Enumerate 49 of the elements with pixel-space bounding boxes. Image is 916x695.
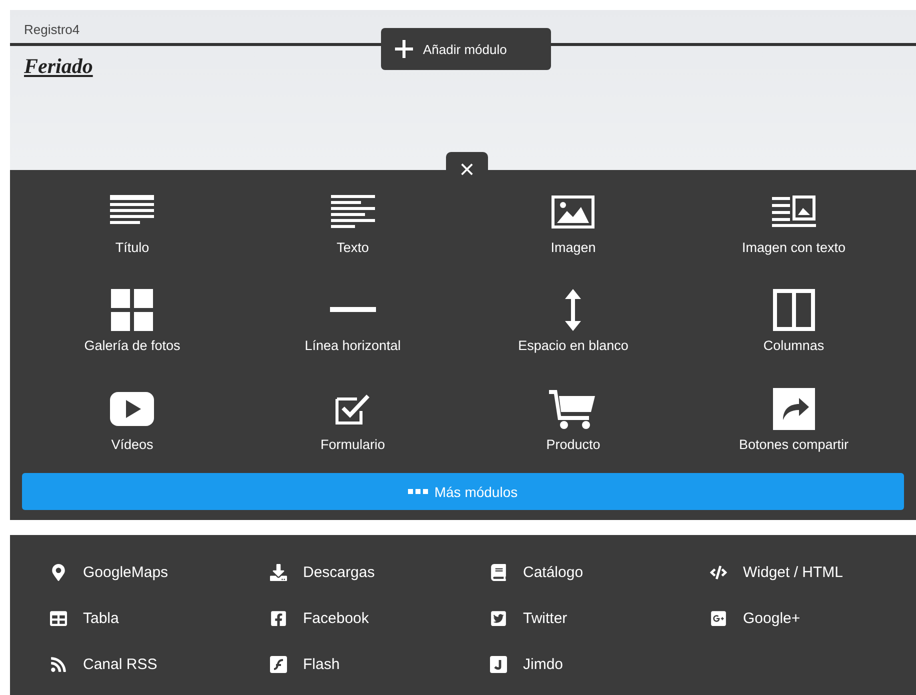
module-item[interactable]: Twitter xyxy=(490,610,568,626)
map-pin-icon xyxy=(50,564,67,580)
module-item[interactable]: Línea horizontal xyxy=(242,290,463,375)
vertical-arrows-icon xyxy=(565,289,582,332)
module-item[interactable]: Espacio en blanco xyxy=(463,290,684,375)
module-item[interactable]: Google+ xyxy=(710,610,800,626)
module-item[interactable]: Flash xyxy=(270,656,340,672)
flash-icon xyxy=(270,656,287,672)
image-icon xyxy=(551,195,596,229)
module-item[interactable]: Imagen xyxy=(463,192,684,276)
module-item[interactable]: Facebook xyxy=(270,610,369,626)
module-item[interactable]: Jimdo xyxy=(490,656,564,672)
play-icon xyxy=(110,392,154,426)
module-item[interactable]: GoogleMaps xyxy=(50,564,168,580)
module-item[interactable]: Producto xyxy=(463,388,684,473)
download-icon xyxy=(270,564,287,580)
image-with-text-icon xyxy=(772,195,816,229)
grid-icon xyxy=(111,289,154,332)
module-item[interactable]: Botones compartir xyxy=(684,388,904,473)
module-item[interactable]: Imagen con texto xyxy=(684,192,904,276)
module-item[interactable]: Catálogo xyxy=(490,564,584,580)
book-icon xyxy=(490,564,507,580)
section-name: Registro4 xyxy=(24,22,81,37)
module-item[interactable]: Galería de fotos xyxy=(22,290,242,375)
code-icon xyxy=(710,564,727,580)
module-item[interactable]: Título xyxy=(22,192,242,276)
share-icon xyxy=(772,388,815,430)
text-lines-icon xyxy=(330,195,375,229)
plus-icon xyxy=(395,40,413,58)
module-item[interactable]: Formulario xyxy=(242,388,463,473)
module-item[interactable]: Texto xyxy=(242,192,463,276)
module-item[interactable]: Columnas xyxy=(684,290,904,375)
twitter-icon xyxy=(490,610,507,626)
square-hook-icon xyxy=(490,656,507,672)
module-item[interactable]: Widget / HTML xyxy=(710,564,844,580)
page-heading: Feriado xyxy=(24,54,93,79)
module-item[interactable]: Vídeos xyxy=(22,388,242,473)
dots-icon xyxy=(408,489,428,494)
columns-icon xyxy=(772,289,815,332)
facebook-icon xyxy=(270,610,287,626)
module-item[interactable]: Descargas xyxy=(270,564,375,580)
table-icon xyxy=(50,610,67,626)
module-item[interactable]: Canal RSS xyxy=(50,656,158,672)
google-plus-icon xyxy=(710,610,727,626)
checkbox-icon xyxy=(334,392,371,425)
module-item[interactable]: Tabla xyxy=(50,610,119,626)
cart-icon xyxy=(549,388,598,430)
rss-icon xyxy=(50,656,67,672)
add-module-button[interactable]: Añadir módulo xyxy=(381,28,551,70)
